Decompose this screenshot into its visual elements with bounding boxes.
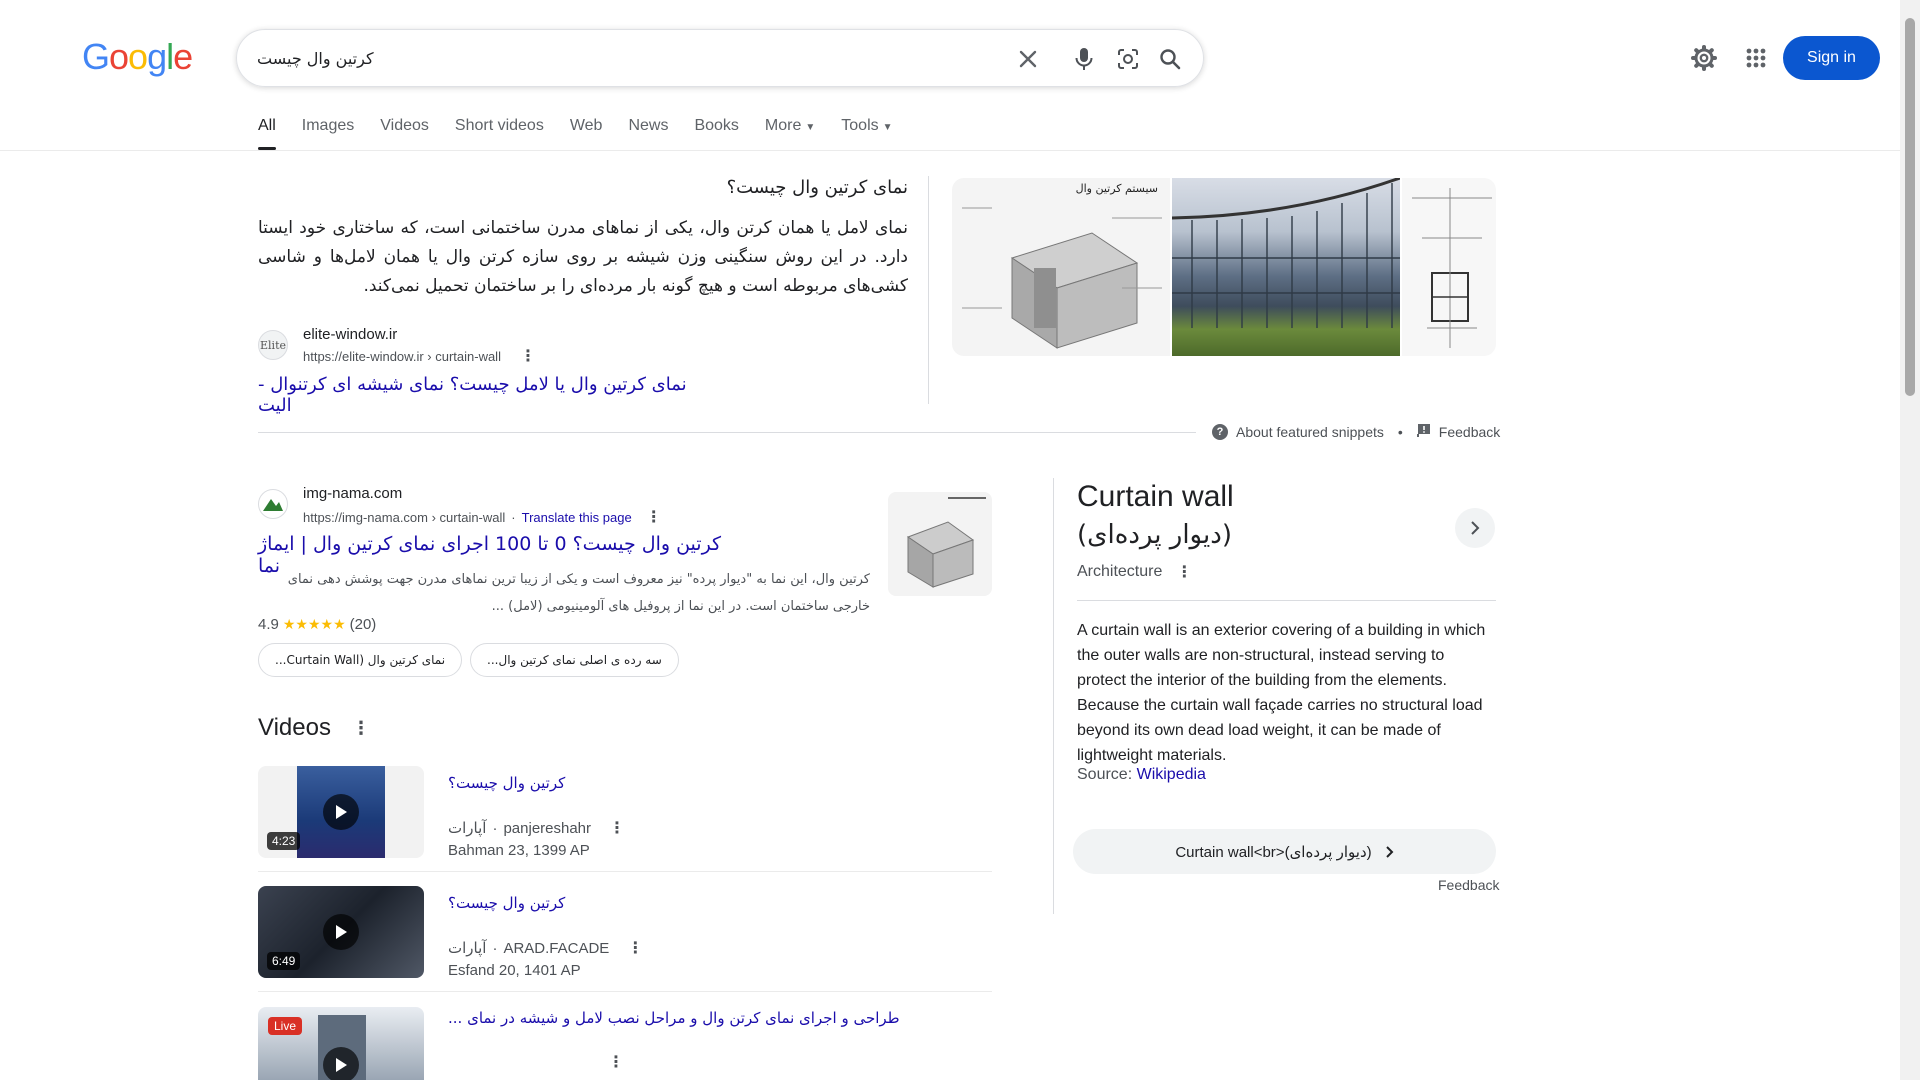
knowledge-panel-feedback[interactable]: Feedback	[1438, 877, 1499, 893]
tab-short-videos[interactable]: Short videos	[455, 116, 544, 150]
tab-all[interactable]: All	[258, 116, 276, 150]
knowledge-panel-title: Curtain wall	[1077, 480, 1234, 513]
caret-down-icon: ▼	[805, 122, 816, 133]
videos-section-title: Videos	[258, 714, 331, 741]
wikipedia-link[interactable]: Wikipedia	[1137, 766, 1206, 783]
curtain-wall-diagram-image[interactable]: سیستم کرتین وال	[952, 178, 1170, 356]
more-options-icon[interactable]: ⋮	[609, 818, 625, 838]
result-thumbnail[interactable]	[888, 492, 992, 596]
tab-tools[interactable]: Tools ▼	[841, 116, 892, 150]
tabs-divider	[0, 150, 1900, 151]
more-options-icon[interactable]: ⋮	[520, 346, 536, 366]
video-duration: 4:23	[267, 832, 301, 850]
knowledge-panel-separator	[1077, 600, 1496, 601]
video-title-link[interactable]: کرتین وال چیست؟	[448, 774, 565, 792]
microphone-icon[interactable]	[1069, 44, 1099, 74]
more-options-icon[interactable]: ⋮	[627, 938, 643, 958]
featured-snippet-link[interactable]: نمای کرتین وال یا لامل چیست؟ نمای شیشه ا…	[258, 374, 718, 416]
settings-gear-icon[interactable]	[1688, 42, 1720, 74]
site-name[interactable]: img-nama.com	[303, 485, 402, 502]
sitelink-chips: نمای کرتین وال (Curtain Wall... سه رده ی…	[258, 643, 679, 677]
play-icon	[323, 794, 359, 830]
about-featured-snippets-link[interactable]: About featured snippets	[1236, 424, 1384, 440]
feedback-flag-icon	[1416, 423, 1431, 440]
video-date: Esfand 20, 1401 AP	[448, 962, 581, 979]
search-input[interactable]	[257, 43, 997, 73]
help-icon: ?	[1212, 423, 1228, 440]
tab-images[interactable]: Images	[302, 116, 354, 150]
sitelink-chip[interactable]: نمای کرتین وال (Curtain Wall...	[258, 643, 463, 677]
video-item[interactable]: 6:49 کرتین وال چیست؟ آپارات · ARAD.FACAD…	[258, 886, 992, 992]
knowledge-panel-source: Source: Wikipedia	[1077, 766, 1206, 783]
img-nama-favicon	[258, 489, 288, 519]
elite-window-favicon: Elite	[258, 330, 288, 360]
tab-web[interactable]: Web	[570, 116, 603, 150]
curtain-wall-section-drawing[interactable]	[1402, 178, 1496, 356]
search-icon[interactable]	[1155, 44, 1185, 74]
scrollbar[interactable]	[1900, 0, 1920, 1080]
play-icon	[323, 1047, 359, 1080]
live-badge: Live	[268, 1017, 303, 1035]
knowledge-panel-subtitle: (دیوار پرده‌ای)	[1077, 520, 1232, 550]
google-apps-icon[interactable]	[1740, 42, 1772, 74]
video-thumbnail[interactable]: 4:23	[258, 766, 424, 858]
more-options-icon[interactable]: ⋮	[352, 718, 370, 739]
rating-row: 4.9 ★★★★★ (20)	[258, 616, 377, 633]
video-title-link[interactable]: کرتین وال چیست؟	[448, 894, 565, 912]
vertical-divider	[928, 176, 929, 404]
scrollbar-thumb[interactable]	[1905, 18, 1915, 396]
feedback-link[interactable]: Feedback	[1439, 424, 1500, 440]
featured-snippet-text: نمای لامل یا همان کرتن وال، یکی از نماها…	[258, 218, 908, 296]
video-meta: آپارات · panjereshahr ⋮	[448, 818, 626, 838]
sign-in-button[interactable]: Sign in	[1783, 36, 1880, 80]
featured-snippet-images: سیستم کرتین وال	[952, 178, 1496, 356]
video-date: Bahman 23, 1399 AP	[448, 842, 590, 859]
caret-down-icon: ▼	[882, 122, 893, 133]
video-title-link[interactable]: طراحی و اجرای نمای کرتن وال و مراحل نصب …	[448, 1009, 900, 1027]
chevron-right-icon	[1385, 845, 1394, 858]
site-url[interactable]: https://img-nama.com › curtain-wall	[303, 510, 505, 525]
search-box	[236, 29, 1204, 87]
tab-videos[interactable]: Videos	[380, 116, 429, 150]
more-options-icon[interactable]: ⋮	[608, 1052, 624, 1072]
tab-books[interactable]: Books	[694, 116, 738, 150]
chevron-right-icon[interactable]	[1455, 508, 1495, 548]
site-name[interactable]: elite-window.ir	[303, 326, 397, 343]
clear-search-icon[interactable]	[1013, 44, 1043, 74]
video-meta: آپارات · ARAD.FACADE ⋮	[448, 938, 644, 958]
knowledge-panel-chip[interactable]: Curtain wall<br>(دیوار پرده‌ای)	[1073, 829, 1496, 874]
knowledge-panel-divider	[1053, 478, 1054, 914]
video-thumbnail[interactable]: Live	[258, 1007, 424, 1080]
star-rating: ★★★★★	[282, 616, 346, 632]
tab-more[interactable]: More ▼	[765, 116, 815, 150]
more-options-icon[interactable]: ⋮	[646, 507, 662, 527]
tab-news[interactable]: News	[628, 116, 668, 150]
video-item[interactable]: Live طراحی و اجرای نمای کرتن وال و مراحل…	[258, 1007, 992, 1080]
search-tabs: All Images Videos Short videos Web News …	[258, 116, 919, 150]
snippet-divider	[258, 432, 1196, 433]
featured-snippet-footer: ? About featured snippets • Feedback	[1212, 423, 1500, 440]
google-logo[interactable]: Google	[82, 36, 193, 78]
site-url[interactable]: https://elite-window.ir › curtain-wall	[303, 349, 501, 364]
featured-snippet-question: نمای کرتین وال چیست؟	[726, 177, 908, 198]
knowledge-panel-description: A curtain wall is an exterior covering o…	[1077, 622, 1486, 764]
knowledge-panel-category: Architecture ⋮	[1077, 562, 1193, 582]
lens-camera-icon[interactable]	[1113, 44, 1143, 74]
glass-facade-photo[interactable]	[1172, 178, 1400, 356]
video-item[interactable]: 4:23 کرتین وال چیست؟ آپارات · panjeresha…	[258, 766, 992, 872]
result-url-row: https://img-nama.com › curtain-wall · Tr…	[303, 507, 662, 527]
translate-page-link[interactable]: Translate this page	[522, 510, 632, 525]
sitelink-chip[interactable]: سه رده ی اصلی نمای کرتین وال...	[470, 643, 679, 677]
more-options-icon[interactable]: ⋮	[1176, 562, 1192, 582]
video-thumbnail[interactable]: 6:49	[258, 886, 424, 978]
video-duration: 6:49	[267, 952, 301, 970]
play-icon	[323, 914, 359, 950]
result-snippet: کرتین وال، این نما به "دیوار پرده" نیز م…	[287, 572, 870, 614]
